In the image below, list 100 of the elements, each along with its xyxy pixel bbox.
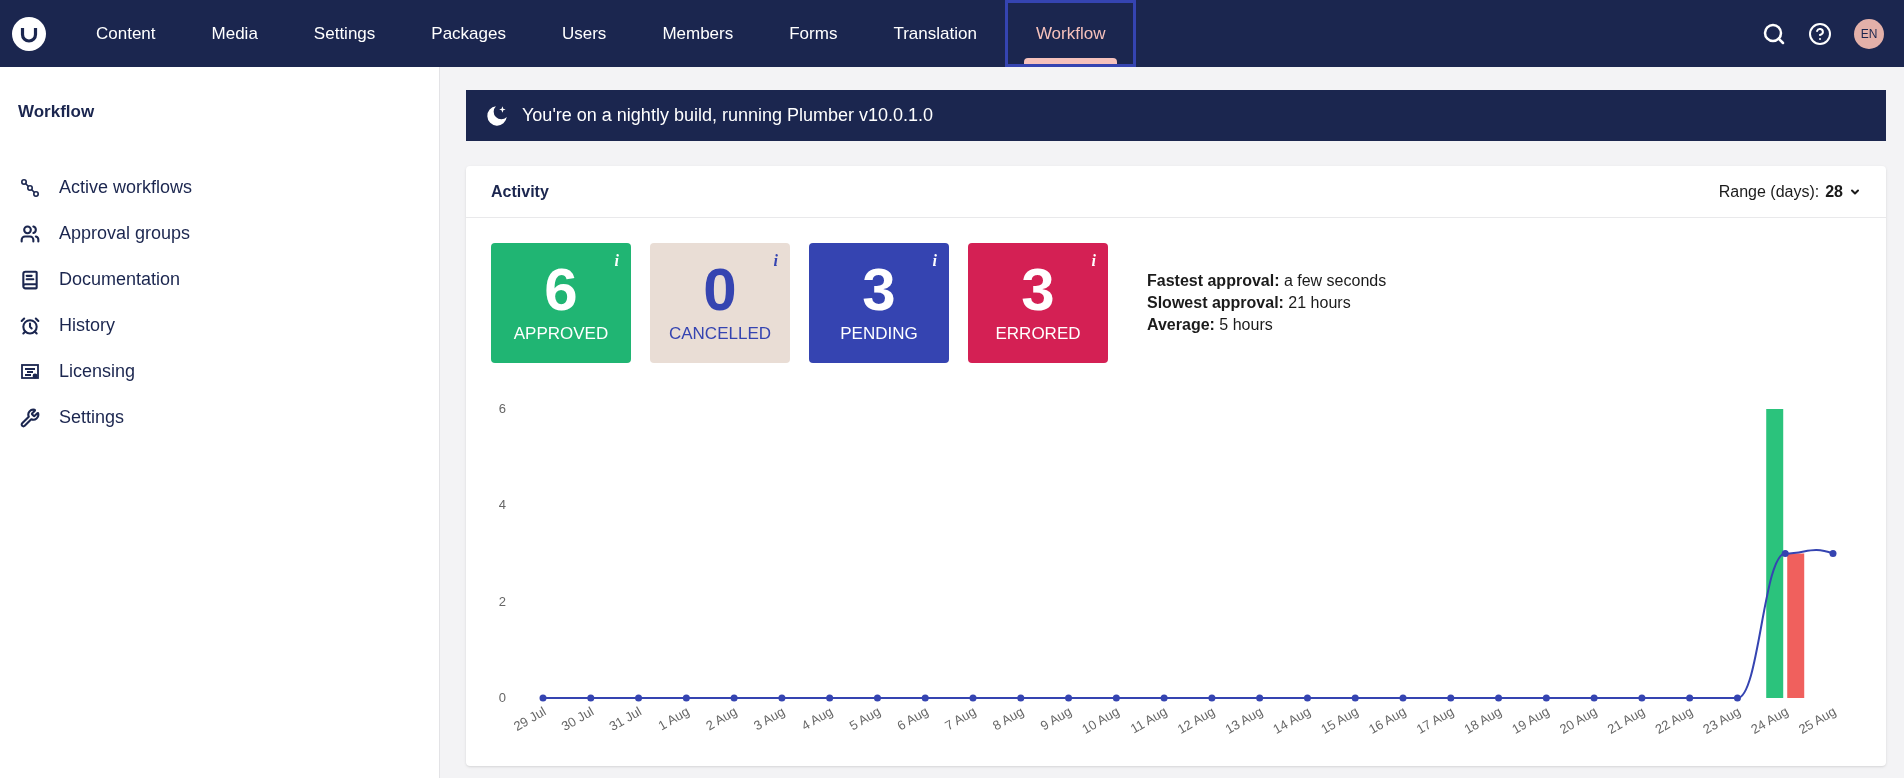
x-axis-label: 2 Aug [703,703,740,734]
data-point [1017,694,1025,702]
book-icon [20,269,40,290]
nav-tab[interactable]: Media [183,0,286,67]
sidebar-item[interactable]: History [0,302,439,349]
x-axis-label: 11 Aug [1127,703,1170,737]
x-axis-label: 4 Aug [798,703,836,734]
data-point [682,694,690,702]
x-axis-label: 8 Aug [989,703,1027,734]
info-icon: i [932,249,937,273]
nav-tab[interactable]: Workflow [1004,0,1137,67]
x-axis-label: 10 Aug [1079,703,1122,737]
stat-label: CANCELLED [668,323,771,346]
sidebar-item-label: Licensing [59,360,136,383]
data-point [1638,694,1646,702]
stat-label: PENDING [840,323,918,346]
y-axis-label: 2 [498,593,506,609]
y-axis-label: 4 [498,497,506,513]
data-point [1542,694,1550,702]
data-point [1399,694,1407,702]
x-axis-label: 31 Jul [606,703,645,734]
data-point [1686,694,1694,702]
data-point [969,694,977,702]
stat-label: APPROVED [513,323,609,346]
nav-tab[interactable]: Translation [865,0,1005,67]
summary-line: Slowest approval: 21 hours [1147,293,1352,313]
alarm-clock-icon [20,315,40,336]
stat-tile[interactable]: 3 PENDING i [809,243,949,363]
stat-tile[interactable]: 3 ERRORED i [968,243,1108,363]
nav-tab[interactable]: Packages [403,0,534,67]
sidebar-item-label: History [59,314,115,337]
x-axis-label: 20 Aug [1557,703,1600,737]
sidebar-item[interactable]: Approval groups [0,210,439,257]
banner-text: You're on a nightly build, running Plumber v10.0.1.0 [522,104,934,127]
nav-tab[interactable]: Settings [285,0,404,67]
x-axis-label: 18 Aug [1461,703,1505,737]
help-icon[interactable] [1808,21,1832,46]
data-point [1160,694,1168,702]
x-axis-label: 12 Aug [1174,703,1218,737]
nav-tab[interactable]: Members [634,0,762,67]
summary-line: Fastest approval: a few seconds [1147,271,1387,291]
sidebar-item-label: Documentation [59,268,181,291]
stat-value: 0 [703,259,737,322]
sidebar-item[interactable]: Licensing [0,348,439,395]
x-axis-label: 15 Aug [1318,703,1361,737]
range-dropdown[interactable]: Range (days): 28 [1718,179,1861,204]
data-point [1208,694,1216,702]
stat-value: 6 [544,259,578,322]
search-icon[interactable] [1762,21,1786,46]
data-point [587,694,595,702]
data-point [1590,694,1598,702]
x-axis-label: 19 Aug [1509,703,1552,737]
summary-line: Average: 5 hours [1147,315,1274,335]
sidebar-item-label: Approval groups [59,222,191,245]
group-icon [20,223,40,244]
sidebar-item[interactable]: Settings [0,394,439,441]
data-point [1829,550,1837,557]
nav-tab[interactable]: Forms [761,0,866,67]
x-axis-label: 25 Aug [1795,703,1839,737]
data-point [1447,694,1455,702]
sidebar-item-label: Settings [59,406,125,429]
card-title: Activity [491,181,549,202]
stat-value: 3 [1021,259,1055,322]
data-point [921,694,929,702]
nodes-icon [20,177,40,198]
certificate-icon [20,361,40,382]
x-axis-label: 16 Aug [1365,703,1409,737]
x-axis-label: 6 Aug [894,703,931,734]
data-point [1303,694,1311,702]
data-point [1112,694,1120,702]
x-axis-label: 5 Aug [846,703,883,734]
x-axis-label: 13 Aug [1222,703,1266,737]
data-point [539,694,547,702]
nav-tab[interactable]: Content [68,0,184,67]
data-point [635,694,643,702]
data-point [1495,694,1503,702]
sidebar-item[interactable]: Active workflows [0,164,439,211]
x-axis-label: 21 Aug [1604,703,1648,737]
sidebar-item-label: Active workflows [59,176,193,199]
stat-value: 3 [862,259,896,322]
stat-tile[interactable]: 0 CANCELLED i [650,243,790,363]
data-point [826,694,834,702]
x-axis-label: 30 Jul [558,703,597,734]
x-axis-label: 14 Aug [1270,703,1313,737]
x-axis-label: 22 Aug [1652,703,1696,737]
data-point [873,694,881,702]
x-axis-label: 3 Aug [751,703,788,734]
nav-tab[interactable]: Users [533,0,635,67]
data-point [730,694,738,702]
sidebar-title: Workflow [17,101,96,123]
stat-label: ERRORED [995,323,1081,346]
data-point [1781,550,1789,557]
logo-icon[interactable] [12,16,46,51]
x-axis-label: 7 Aug [942,703,979,734]
info-icon: i [1091,249,1096,273]
user-avatar[interactable]: EN [1854,18,1884,49]
data-point [1256,694,1264,702]
data-point [1351,694,1359,702]
x-axis-label: 23 Aug [1700,703,1743,737]
sidebar-item[interactable]: Documentation [0,256,439,303]
